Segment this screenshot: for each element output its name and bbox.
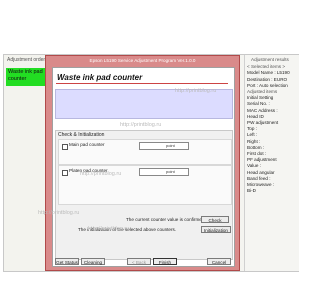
finish-button[interactable]: Finish xyxy=(153,258,177,265)
left-panel: Adjustment order Waste ink pad counter xyxy=(4,55,50,271)
left-item-waste-ink-pad-counter[interactable]: Waste ink pad counter xyxy=(6,68,50,86)
main-pad-counter-value: point xyxy=(139,142,189,150)
watermark: http://printblog.ru xyxy=(38,210,80,216)
right-panel-title: Adjustment results xyxy=(251,57,289,62)
main-pad-counter-row: Main pad counter point xyxy=(58,139,232,165)
cleaning-button[interactable]: Cleaning xyxy=(81,258,105,265)
watermark: http://printblog.ru xyxy=(88,226,130,232)
watermark: http://printblog.ru xyxy=(120,122,162,128)
get-status-button[interactable]: Get Status xyxy=(55,258,79,265)
left-panel-title: Adjustment order xyxy=(7,57,46,63)
right-panel: Adjustment results < Selected items > Mod… xyxy=(244,55,299,271)
check-init-section: Check & Initialization Main pad counter … xyxy=(55,130,233,260)
main-pad-counter-checkbox[interactable] xyxy=(62,144,68,150)
cancel-button[interactable]: Cancel xyxy=(207,258,231,265)
result-line: Bi-D xyxy=(247,188,256,194)
section-label: Check & Initialization xyxy=(58,132,105,138)
dialog-title: Epson L5190 Service Adjustment Program V… xyxy=(89,58,196,63)
check-notice: The current counter value is confirmed. xyxy=(126,217,206,222)
watermark: http://printblog.ru xyxy=(175,88,217,94)
back-button[interactable]: < Back xyxy=(127,258,151,265)
platen-pad-counter-value: point xyxy=(139,168,189,176)
heading-divider xyxy=(56,83,228,84)
initialization-button[interactable]: Initialization xyxy=(201,226,231,233)
dialog-body: Waste ink pad counter Check & Initializa… xyxy=(52,67,235,267)
watermark: http://printblog.ru xyxy=(80,171,122,177)
check-button[interactable]: Check xyxy=(201,216,229,223)
platen-pad-counter-checkbox[interactable] xyxy=(62,170,68,176)
main-pad-unit: point xyxy=(166,143,175,148)
main-pad-counter-label: Main pad counter xyxy=(69,142,105,147)
right-panel-lines: < Selected items > Model Name : L5190 Dest… xyxy=(245,64,299,194)
platen-pad-unit: point xyxy=(166,169,175,174)
page-heading: Waste ink pad counter xyxy=(57,73,143,82)
